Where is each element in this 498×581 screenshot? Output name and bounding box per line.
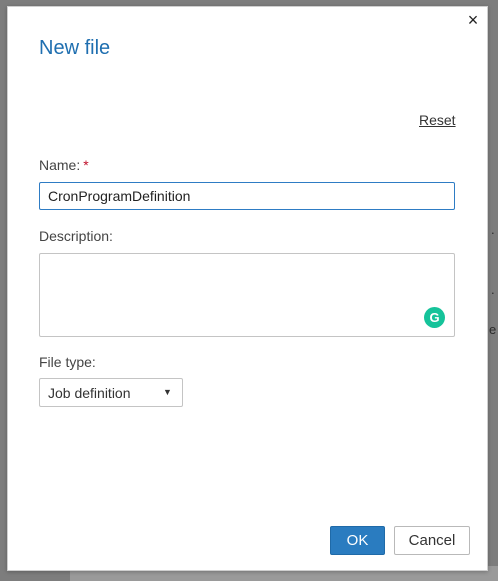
new-file-dialog: × New file Reset Name:* Description: G F… <box>7 6 488 571</box>
background-text-fragment: e <box>489 322 497 337</box>
name-label-text: Name: <box>39 157 81 173</box>
background-text-fragment: . <box>491 222 495 237</box>
reset-link[interactable]: Reset <box>419 112 456 128</box>
required-marker: * <box>83 157 89 173</box>
background-text-fragment: . <box>491 282 495 297</box>
ok-button[interactable]: OK <box>330 526 385 555</box>
grammarly-icon[interactable]: G <box>424 307 445 328</box>
name-input[interactable] <box>39 182 455 210</box>
name-label: Name: * <box>39 157 89 173</box>
close-icon[interactable]: × <box>465 10 481 30</box>
cancel-button[interactable]: Cancel <box>394 526 470 555</box>
file-type-select[interactable]: Job definition ▼ <box>39 378 183 407</box>
file-type-label: File type: <box>39 354 96 370</box>
dialog-title: New file <box>39 37 111 59</box>
description-label: Description: <box>39 228 113 244</box>
file-type-selected-value: Job definition <box>48 385 131 401</box>
description-textarea[interactable] <box>39 253 455 337</box>
chevron-down-icon: ▼ <box>163 387 172 397</box>
